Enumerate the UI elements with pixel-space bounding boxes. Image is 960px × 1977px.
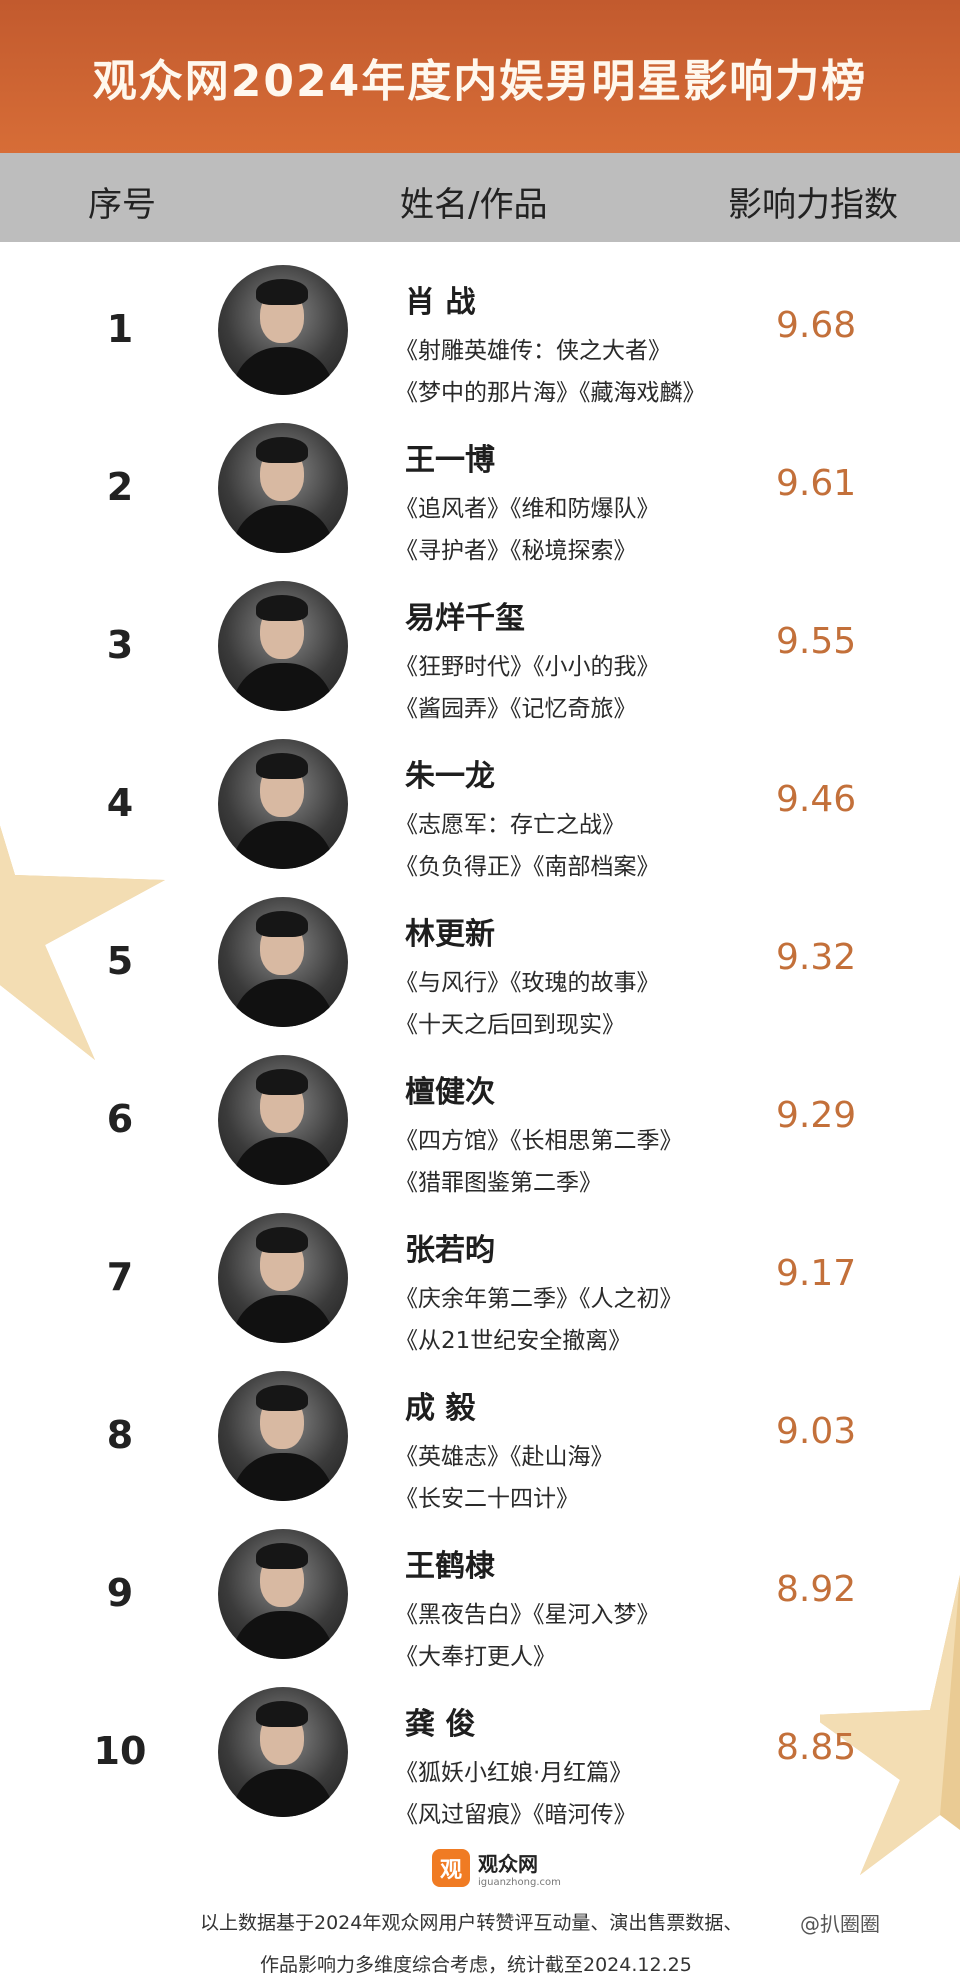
rank-number: 9 [106,1571,134,1615]
rank-number: 7 [106,1255,134,1299]
rank-number: 5 [106,939,134,983]
celebrity-name: 成 毅 [405,1391,476,1426]
celebrity-name: 易烊千玺 [405,601,525,636]
works-line-1: 《射雕英雄传：侠之大者》 [395,338,671,364]
rank-number: 1 [106,307,134,351]
avatar [218,1529,348,1659]
avatar [218,1687,348,1817]
logo-icon: 观 [432,1849,470,1887]
works-line-2: 《大奉打更人》 [395,1644,556,1670]
watermark: @扒圈圈 [800,1912,880,1936]
table-row: 8 成 毅《英雄志》《赴山海》 《长安二十四计》 9.03 [0,1371,960,1529]
footer-note-2: 作品影响力多维度综合考虑，统计截至2024.12.25 [260,1954,692,1976]
influence-score: 9.68 [776,305,857,346]
rank-number: 3 [106,623,134,667]
works-line-1: 《狐妖小红娘·月红篇》 [395,1760,633,1786]
works-line-2: 《长安二十四计》 [395,1486,579,1512]
header-banner: 观众网2024年度内娱男明星影响力榜 [0,0,960,153]
works-line-2: 《猎罪图鉴第二季》 [395,1170,602,1196]
column-header: 序号 姓名/作品 影响力指数 [0,153,960,242]
brand-logo: 观 观众网 iguanzhong.com [432,1848,561,1888]
works-line-2: 《从21世纪安全撤离》 [395,1328,632,1354]
works-line-1: 《追风者》《维和防爆队》 [395,496,660,522]
avatar [218,1055,348,1185]
avatar [218,897,348,1027]
celebrity-name: 朱一龙 [405,759,495,794]
influence-score: 9.03 [776,1411,857,1452]
celebrity-name: 王一博 [405,443,495,478]
works-line-2: 《负负得正》《南部档案》 [395,854,660,880]
logo-domain: iguanzhong.com [478,1877,561,1888]
works-line-2: 《十天之后回到现实》 [395,1012,625,1038]
table-row: 5 林更新《与风行》《玫瑰的故事》 《十天之后回到现实》 9.32 [0,897,960,1055]
table-row: 9 王鹤棣《黑夜告白》《星河入梦》 《大奉打更人》 8.92 [0,1529,960,1687]
influence-score: 9.17 [776,1253,857,1294]
logo-name: 观众网 [478,1852,538,1876]
influence-score: 9.61 [776,463,857,504]
celebrity-name: 林更新 [405,917,495,952]
table-row: 1 肖 战《射雕英雄传：侠之大者》《梦中的那片海》《藏海戏麟》 9.68 [0,265,960,423]
influence-score: 8.92 [776,1569,857,1610]
works-line-1: 《与风行》《玫瑰的故事》 [395,970,660,996]
works-line-1: 《黑夜告白》《星河入梦》 [395,1602,660,1628]
column-score: 影响力指数 [728,185,898,225]
rank-number: 4 [106,781,134,825]
works-line-2: 《寻护者》《秘境探索》 [395,538,637,564]
table-row: 3 易烊千玺《狂野时代》《小小的我》 《酱园弄》《记忆奇旅》 9.55 [0,581,960,739]
rank-number: 2 [106,465,134,509]
rank-number: 6 [106,1097,134,1141]
influence-score: 9.29 [776,1095,857,1136]
avatar [218,1371,348,1501]
celebrity-name: 王鹤棣 [405,1549,495,1584]
table-row: 4 朱一龙《志愿军：存亡之战》《负负得正》《南部档案》 9.46 [0,739,960,897]
influence-score: 9.55 [776,621,857,662]
rank-number: 10 [93,1729,147,1773]
avatar [218,581,348,711]
celebrity-name: 檀健次 [405,1075,495,1110]
works-line-1: 《英雄志》《赴山海》 [395,1444,614,1470]
works-line-1: 《狂野时代》《小小的我》 [395,654,660,680]
page-title: 观众网2024年度内娱男明星影响力榜 [92,55,868,107]
influence-score: 9.32 [776,937,857,978]
works-line-2: 《风过留痕》《暗河传》 [395,1802,637,1828]
avatar [218,265,348,395]
table-row: 7 张若昀《庆余年第二季》《人之初》 《从21世纪安全撤离》 9.17 [0,1213,960,1371]
works-line-1: 《志愿军：存亡之战》 [395,812,625,838]
influence-score: 8.85 [776,1727,857,1768]
works-line-1: 《四方馆》《长相思第二季》 [395,1128,683,1154]
rank-number: 8 [106,1413,134,1457]
avatar [218,739,348,869]
table-row: 6 檀健次《四方馆》《长相思第二季》 《猎罪图鉴第二季》 9.29 [0,1055,960,1213]
column-name: 姓名/作品 [400,185,548,225]
avatar [218,423,348,553]
influence-score: 9.46 [776,779,857,820]
avatar [218,1213,348,1343]
table-row: 10 龚 俊《狐妖小红娘·月红篇》 《风过留痕》《暗河传》 8.85 [0,1687,960,1845]
celebrity-name: 龚 俊 [405,1707,476,1742]
works-line-1: 《庆余年第二季》《人之初》 [395,1286,683,1312]
column-rank: 序号 [88,185,156,225]
works-line-2: 《酱园弄》《记忆奇旅》 [395,696,637,722]
celebrity-name: 张若昀 [405,1233,495,1268]
table-row: 2 王一博《追风者》《维和防爆队》 《寻护者》《秘境探索》 9.61 [0,423,960,581]
works-line-2: 《梦中的那片海》《藏海戏麟》 [395,380,706,406]
celebrity-name: 肖 战 [405,285,476,320]
